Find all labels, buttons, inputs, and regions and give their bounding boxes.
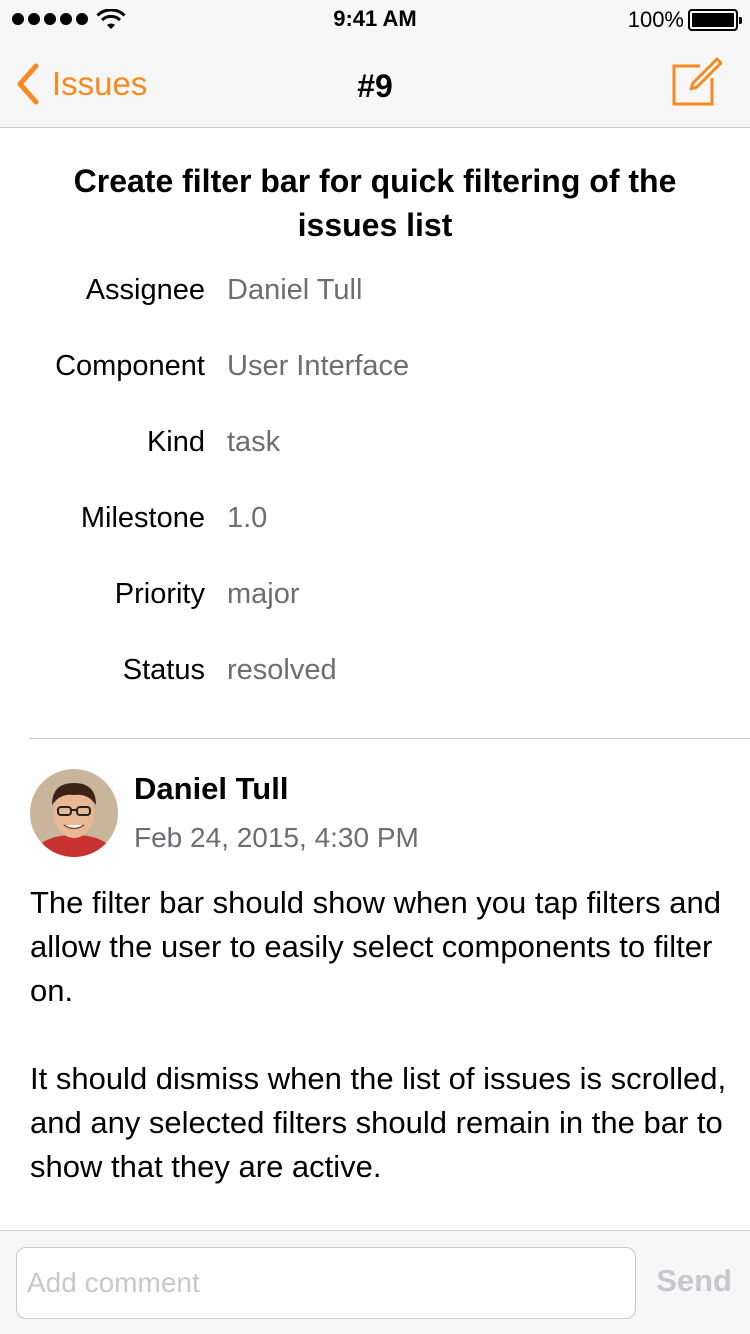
field-value: Daniel Tull xyxy=(227,274,363,306)
field-row-assignee: Assignee Daniel Tull xyxy=(0,274,750,318)
navigation-bar: Issues #9 xyxy=(0,40,750,128)
chevron-left-icon xyxy=(17,63,39,105)
battery-percent: 100% xyxy=(627,7,684,32)
field-value: resolved xyxy=(227,654,337,686)
comment-paragraph: It should dismiss when the list of issue… xyxy=(30,1061,727,1184)
field-label: Assignee xyxy=(85,274,205,306)
field-row-component: Component User Interface xyxy=(0,350,750,394)
comment-input[interactable] xyxy=(16,1247,636,1319)
battery-icon xyxy=(688,9,742,31)
field-row-milestone: Milestone 1.0 xyxy=(0,502,750,546)
back-button[interactable]: Issues xyxy=(14,62,147,106)
field-row-status: Status resolved xyxy=(0,654,750,698)
status-bar: 9:41 AM 100% xyxy=(0,0,750,40)
compose-icon[interactable] xyxy=(670,56,722,108)
comment-author: Daniel Tull xyxy=(134,771,289,806)
field-value: 1.0 xyxy=(227,502,268,534)
field-row-priority: Priority major xyxy=(0,578,750,622)
divider xyxy=(30,738,750,739)
comment-composer: Send xyxy=(0,1230,750,1334)
field-value: User Interface xyxy=(227,350,410,382)
comment-paragraph: The filter bar should show when you tap … xyxy=(30,885,721,1008)
field-value: major xyxy=(227,578,300,610)
avatar[interactable] xyxy=(30,769,118,857)
field-label: Priority xyxy=(114,578,205,610)
field-value: task xyxy=(227,426,281,458)
field-label: Kind xyxy=(146,426,205,458)
field-label: Component xyxy=(55,350,205,382)
back-label: Issues xyxy=(52,65,148,102)
issue-title: Create filter bar for quick filtering of… xyxy=(73,163,677,243)
send-button[interactable]: Send xyxy=(656,1263,732,1299)
comment-date: Feb 24, 2015, 4:30 PM xyxy=(134,822,419,853)
field-label: Milestone xyxy=(80,502,205,534)
comment-body: The filter bar should show when you tap … xyxy=(30,881,730,1230)
field-row-kind: Kind task xyxy=(0,426,750,470)
field-label: Status xyxy=(122,654,205,686)
issue-detail[interactable]: Create filter bar for quick filtering of… xyxy=(0,129,750,1230)
